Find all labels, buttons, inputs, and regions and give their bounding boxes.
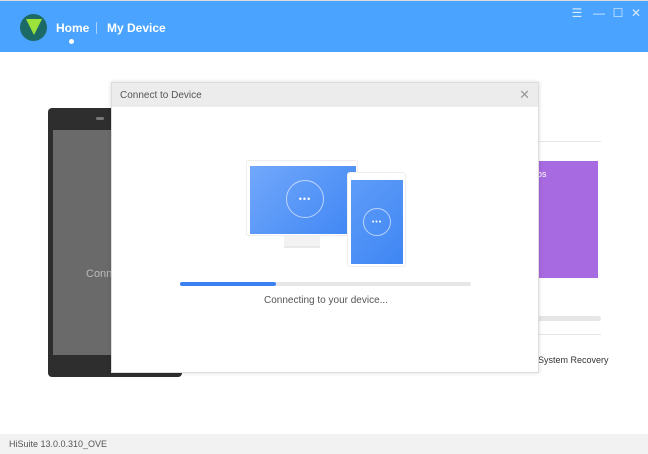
monitor-icon: ••• <box>246 160 358 236</box>
tab-home[interactable]: Home <box>56 21 89 35</box>
connect-dialog: Connect to Device ✕ ••• ••• Connecting t… <box>111 82 539 373</box>
version-label: HiSuite 13.0.0.310_OVE <box>9 439 108 449</box>
maximize-icon[interactable]: ☐ <box>611 6 625 20</box>
connection-progress-bar <box>180 282 471 286</box>
phone-connect-text: Conn <box>86 268 113 280</box>
close-icon[interactable]: ✕ <box>629 6 643 20</box>
dialog-title: Connect to Device <box>112 83 538 107</box>
tablet-icon: ••• <box>347 172 406 267</box>
hisuite-logo <box>20 14 47 41</box>
system-recovery-link[interactable]: System Recovery <box>538 355 609 365</box>
divider <box>537 334 601 335</box>
dialog-close-icon[interactable]: ✕ <box>519 87 530 103</box>
tab-divider <box>96 22 97 34</box>
monitor-stand <box>284 236 320 248</box>
menu-icon[interactable]: ☰ <box>570 6 584 20</box>
storage-bar <box>537 316 601 321</box>
minimize-icon[interactable]: — <box>592 6 606 20</box>
app-header: Home My Device ☰ — ☐ ✕ <box>0 0 648 52</box>
active-tab-indicator <box>69 39 74 44</box>
divider <box>537 141 601 142</box>
tab-my-device[interactable]: My Device <box>107 21 166 35</box>
progress-fill <box>180 282 277 286</box>
status-bar: HiSuite 13.0.0.310_OVE <box>0 434 648 454</box>
phone-speaker <box>96 117 104 120</box>
feature-card[interactable]: os <box>537 161 598 278</box>
connection-status-text: Connecting to your device... <box>264 295 388 306</box>
